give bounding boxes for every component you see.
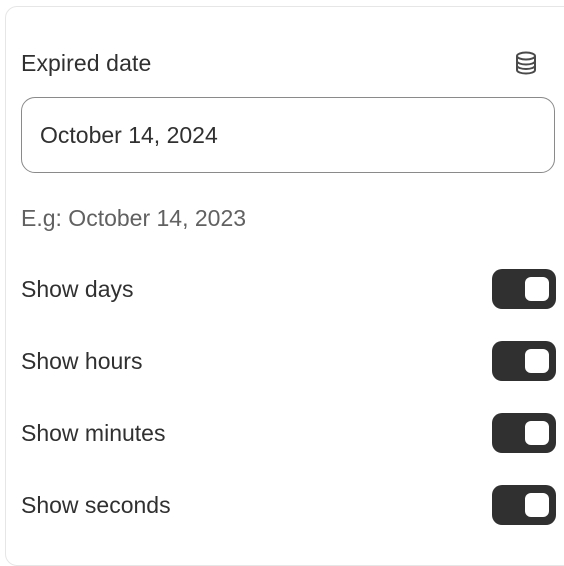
show-days-toggle[interactable]	[492, 269, 556, 309]
expired-date-field[interactable]	[21, 97, 555, 173]
toggle-knob	[525, 493, 549, 517]
toggle-row-show-hours: Show hours	[21, 341, 556, 381]
toggle-label: Show days	[21, 275, 134, 302]
toggle-label: Show hours	[21, 347, 143, 374]
toggle-label: Show minutes	[21, 419, 166, 446]
toggle-knob	[525, 277, 549, 301]
toggle-row-show-days: Show days	[21, 269, 556, 309]
toggle-knob	[525, 349, 549, 373]
show-minutes-toggle[interactable]	[492, 413, 556, 453]
toggle-label: Show seconds	[21, 491, 171, 518]
expired-date-header: Expired date	[21, 48, 541, 78]
show-seconds-toggle[interactable]	[492, 485, 556, 525]
toggle-row-show-seconds: Show seconds	[21, 485, 556, 525]
database-icon[interactable]	[511, 48, 541, 78]
toggle-row-show-minutes: Show minutes	[21, 413, 556, 453]
expired-date-help-text: E.g: October 14, 2023	[21, 205, 247, 231]
toggle-knob	[525, 421, 549, 445]
expired-date-input[interactable]	[40, 121, 554, 149]
expired-date-label: Expired date	[21, 49, 152, 76]
show-hours-toggle[interactable]	[492, 341, 556, 381]
